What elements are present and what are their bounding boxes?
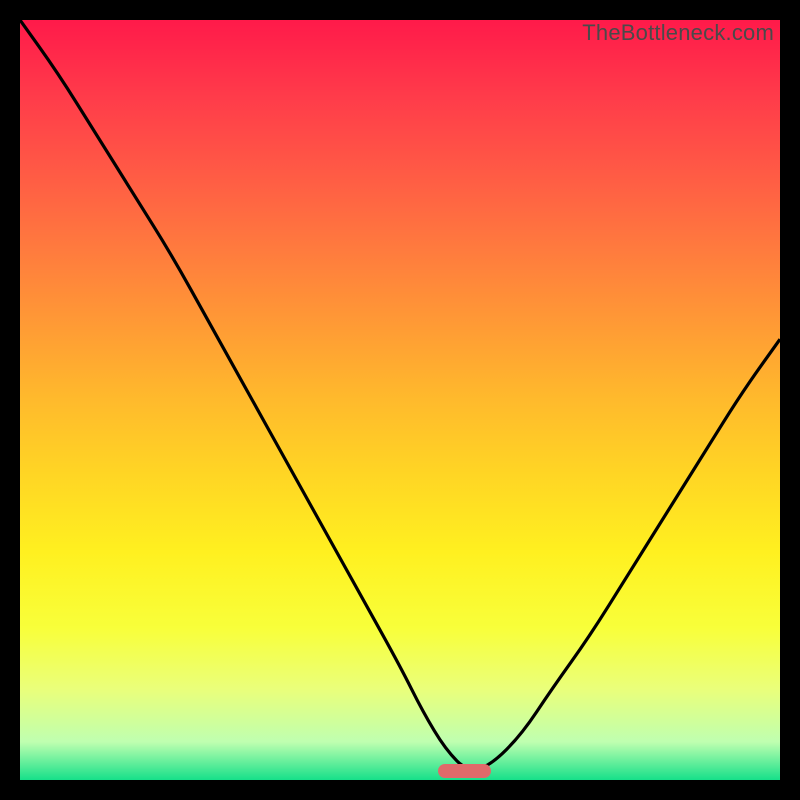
watermark-text: TheBottleneck.com <box>582 20 774 46</box>
bottleneck-curve <box>20 20 780 770</box>
curve-layer <box>20 20 780 780</box>
chart-frame: TheBottleneck.com <box>0 0 800 800</box>
plot-area: TheBottleneck.com <box>20 20 780 780</box>
minimum-marker <box>438 764 491 778</box>
